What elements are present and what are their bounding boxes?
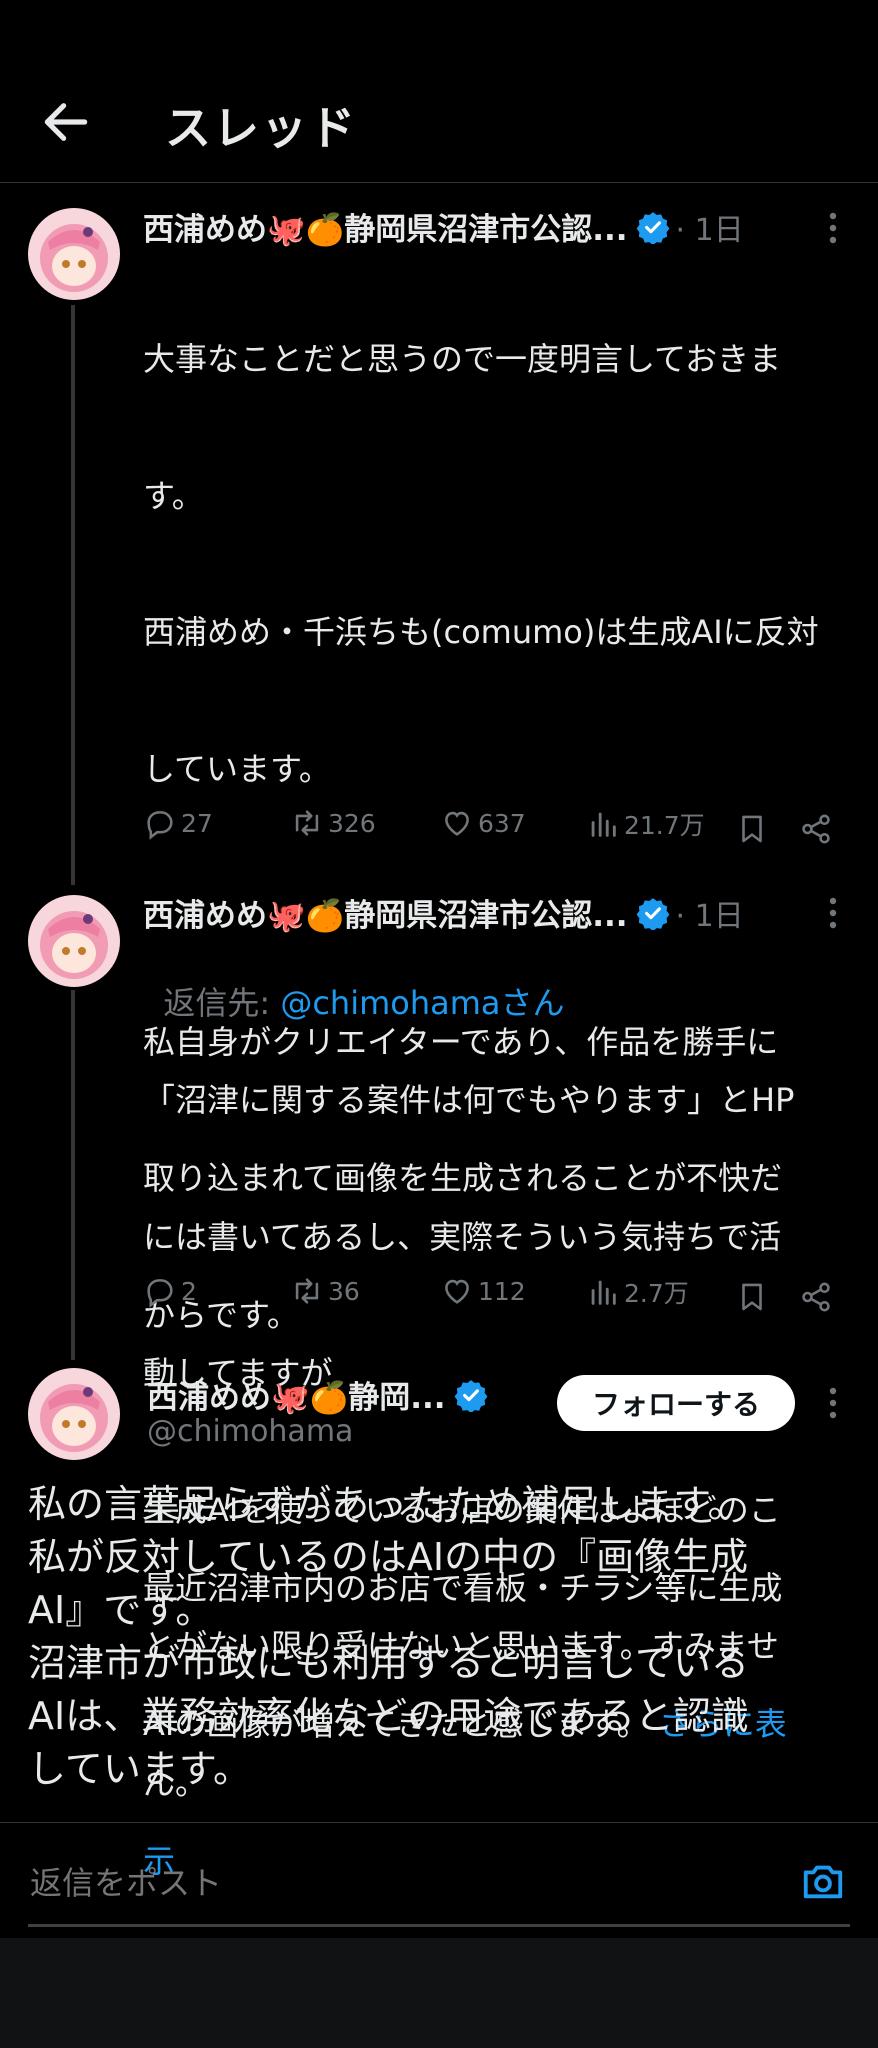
avatar[interactable] — [28, 208, 120, 300]
avatar-image — [28, 208, 120, 300]
text-line: には書いてあるし、実際そういう気持ちで活 — [143, 1217, 782, 1256]
verified-badge-icon — [636, 897, 669, 930]
retweet-count: 326 — [328, 808, 376, 838]
more-options-icon[interactable] — [818, 208, 848, 248]
like-button[interactable]: 112 — [440, 1274, 526, 1308]
share-icon[interactable] — [799, 1280, 833, 1314]
display-name[interactable]: 西浦めめ🐙🍊静岡県沼津市公認... — [143, 890, 628, 935]
system-nav-area — [0, 1938, 878, 2048]
bookmark-icon[interactable] — [735, 812, 769, 846]
camera-icon[interactable] — [800, 1858, 846, 1904]
text-line: す。 — [143, 476, 204, 515]
display-name[interactable]: 西浦めめ🐙🍊静岡県沼津市公認... — [143, 204, 628, 249]
reply-button[interactable]: 2 — [143, 1274, 197, 1308]
more-options-icon[interactable] — [818, 1383, 848, 1423]
reply-button[interactable]: 27 — [143, 806, 213, 840]
reply-input[interactable] — [28, 1856, 792, 1910]
reply-count: 2 — [181, 1276, 197, 1306]
retweet-icon — [295, 810, 319, 836]
retweet-icon — [295, 1278, 319, 1304]
retweet-button[interactable]: 36 — [290, 1274, 360, 1308]
views-button[interactable]: 21.7万 — [586, 806, 705, 842]
avatar[interactable] — [28, 1368, 120, 1460]
tweet-header: 西浦めめ🐙🍊静岡県沼津市公認... · 1日 — [143, 204, 744, 249]
display-name[interactable]: 西浦めめ🐙🍊静岡... — [147, 1372, 446, 1417]
analytics-icon — [591, 812, 616, 837]
heart-icon — [445, 1279, 469, 1304]
view-count: 2.7万 — [624, 1279, 689, 1308]
share-icon[interactable] — [799, 812, 833, 846]
text-line: 大事なことだと思うので一度明言しておきま — [143, 340, 782, 378]
timestamp[interactable]: · 1日 — [676, 205, 744, 249]
top-bar: スレッド — [0, 0, 878, 183]
like-count: 637 — [478, 808, 526, 838]
avatar[interactable] — [28, 895, 120, 987]
main-tweet-text: 私の言葉足らずがあったため補足します。 私が反対しているのはAIの中の『画像生成… — [28, 1482, 749, 1791]
views-button[interactable]: 2.7万 — [586, 1274, 689, 1310]
verified-badge-icon — [636, 211, 669, 244]
like-count: 112 — [478, 1276, 526, 1306]
more-options-icon[interactable] — [818, 893, 848, 933]
avatar-image — [28, 895, 120, 987]
tweet-actions: 27 326 637 21.7万 — [143, 806, 843, 856]
bookmark-icon[interactable] — [735, 1280, 769, 1314]
reply-count: 27 — [181, 808, 213, 838]
page-title: スレッド — [165, 101, 357, 155]
thread-connector — [71, 305, 75, 885]
user-handle[interactable]: @chimohama — [147, 1414, 353, 1449]
view-count: 21.7万 — [624, 811, 705, 840]
text-line: 「沼津に関する案件は何でもやります」とHP — [143, 1081, 795, 1119]
arrow-left-icon[interactable] — [38, 94, 94, 150]
reply-icon — [147, 1279, 173, 1308]
avatar-image — [28, 1368, 120, 1460]
text-line: しています。 — [143, 749, 331, 788]
analytics-icon — [591, 1280, 616, 1305]
thread-connector — [71, 990, 75, 1360]
tweet-header: 西浦めめ🐙🍊静岡県沼津市公認... · 1日 — [143, 890, 744, 935]
verified-badge-icon — [454, 1379, 487, 1412]
retweet-count: 36 — [328, 1276, 360, 1306]
heart-icon — [445, 811, 469, 836]
follow-button[interactable]: フォローする — [557, 1375, 795, 1431]
reply-icon — [147, 811, 173, 840]
main-tweet-header: 西浦めめ🐙🍊静岡... — [147, 1372, 488, 1417]
divider — [0, 1822, 878, 1823]
reply-input-underline — [28, 1924, 850, 1927]
text-line: 西浦めめ・千浜ちも(comumo)は生成AIに反対 — [143, 613, 819, 651]
tweet-actions: 2 36 112 2.7万 — [143, 1274, 843, 1324]
like-button[interactable]: 637 — [440, 806, 526, 840]
retweet-button[interactable]: 326 — [290, 806, 376, 840]
timestamp[interactable]: · 1日 — [676, 891, 744, 935]
